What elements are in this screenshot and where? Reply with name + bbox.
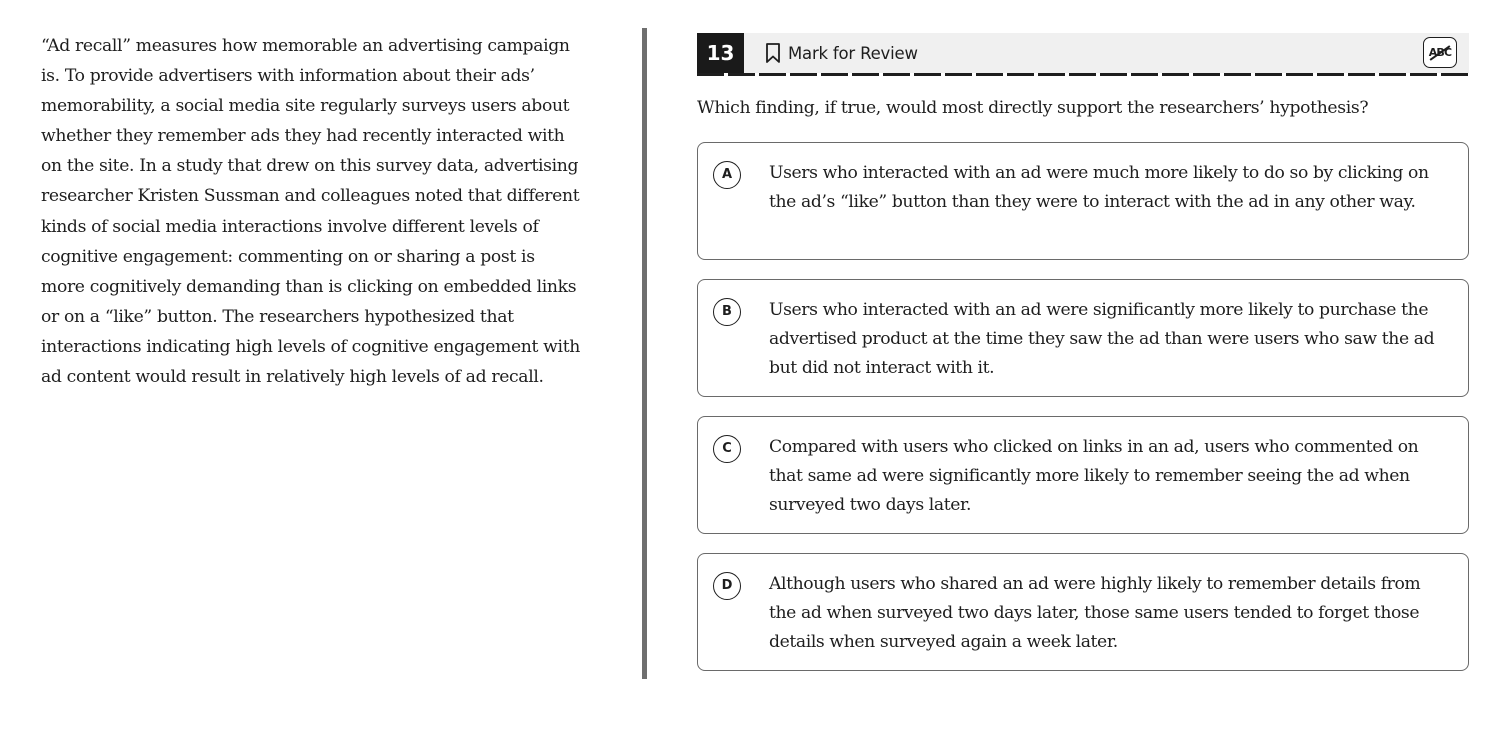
passage-pane: “Ad recall” measures how memorable an ad…	[0, 0, 640, 680]
mark-for-review-label: Mark for Review	[788, 43, 918, 63]
passage-text: “Ad recall” measures how memorable an ad…	[41, 36, 580, 388]
question-pane: 13 Mark for Review ABC Which finding, if…	[697, 33, 1469, 693]
question-header: 13 Mark for Review ABC	[697, 33, 1469, 73]
answer-eliminator-button[interactable]: ABC	[1423, 37, 1457, 68]
choice-text-d: Although users who shared an ad were hig…	[769, 574, 1421, 652]
answer-choice-c[interactable]: C Compared with users who clicked on lin…	[697, 416, 1469, 534]
question-number-badge: 13	[697, 33, 744, 73]
choice-letter-a: A	[713, 161, 741, 189]
choice-text-b: Users who interacted with an ad were sig…	[769, 300, 1435, 378]
answer-choice-d[interactable]: D Although users who shared an ad were h…	[697, 553, 1469, 671]
choice-letter-c: C	[713, 435, 741, 463]
answer-choice-b[interactable]: B Users who interacted with an ad were s…	[697, 279, 1469, 397]
choice-letter-d: D	[713, 572, 741, 600]
choice-text-a: Users who interacted with an ad were muc…	[769, 163, 1429, 212]
choice-letter-b: B	[713, 298, 741, 326]
answer-choices: A Users who interacted with an ad were m…	[697, 142, 1469, 690]
header-dashed-divider	[697, 73, 1469, 76]
choice-text-c: Compared with users who clicked on links…	[769, 437, 1419, 515]
pane-divider[interactable]	[642, 28, 647, 679]
question-stem: Which finding, if true, would most direc…	[697, 98, 1369, 118]
mark-for-review-button[interactable]: Mark for Review	[765, 33, 918, 73]
answer-choice-a[interactable]: A Users who interacted with an ad were m…	[697, 142, 1469, 260]
bookmark-icon	[765, 42, 781, 64]
